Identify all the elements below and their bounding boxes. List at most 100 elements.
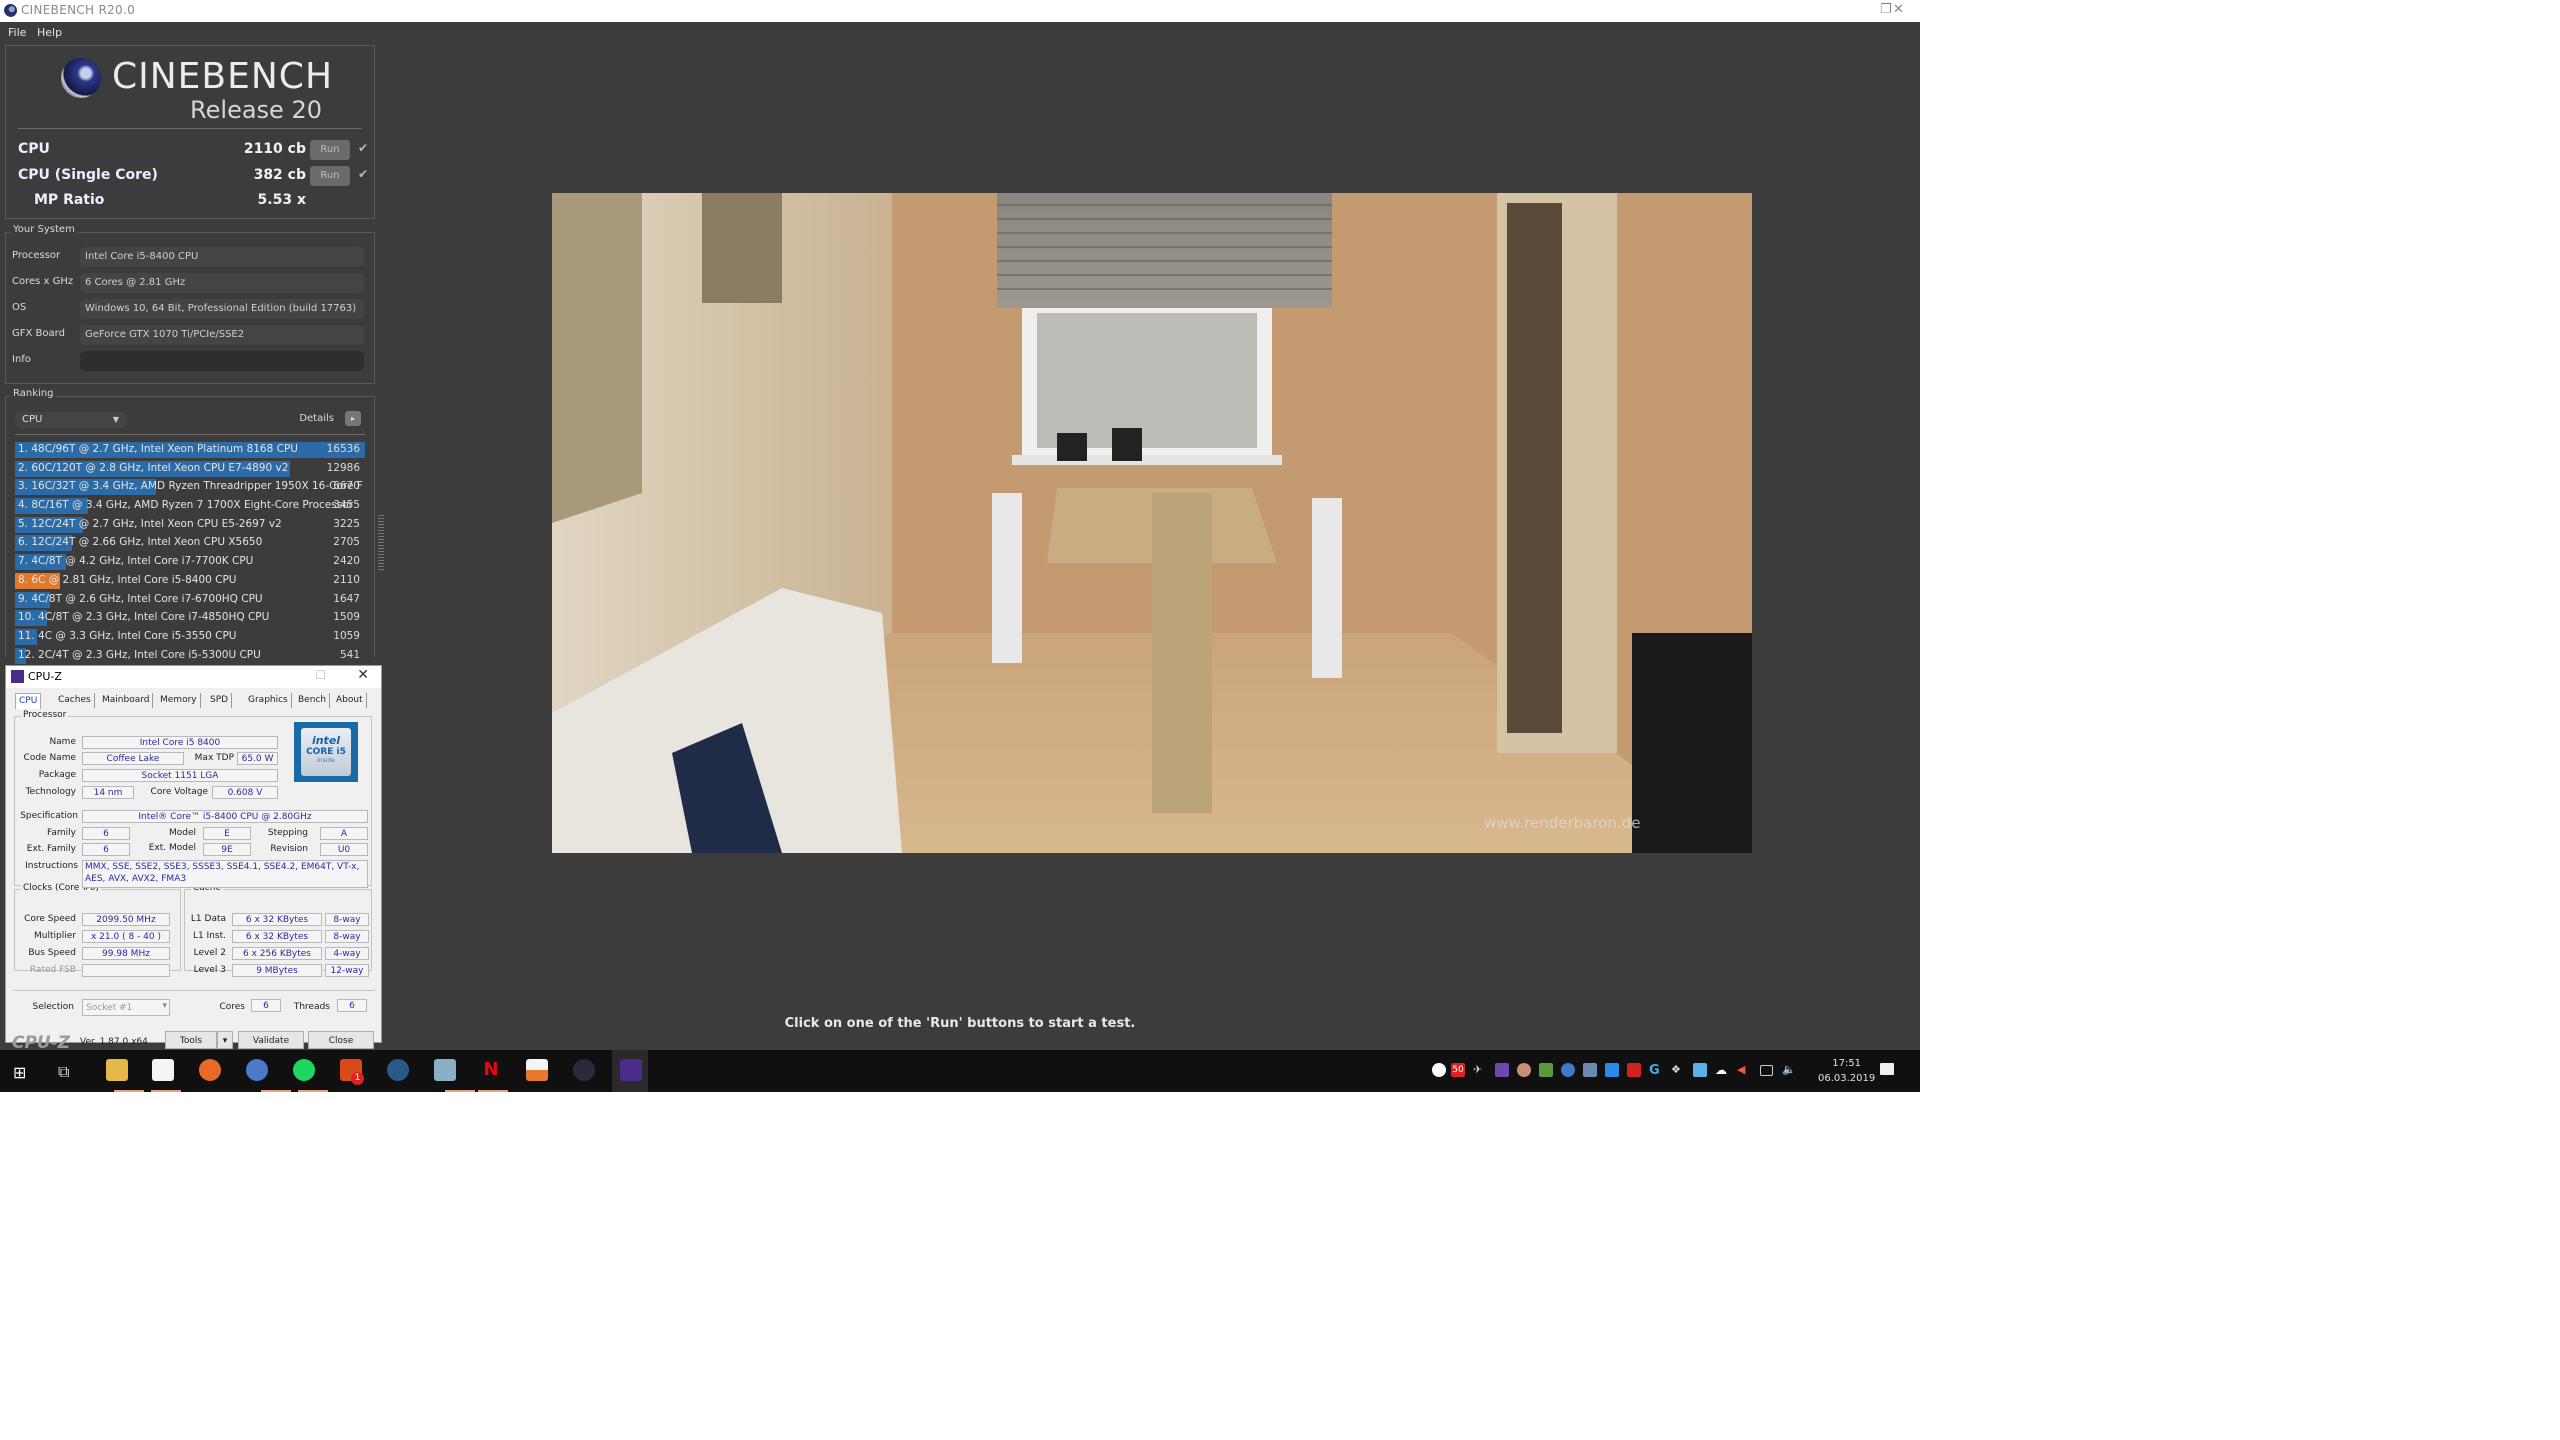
tab-about[interactable]: About [333,693,367,708]
menu-bar: File Help [0,22,1920,44]
tab-mainboard[interactable]: Mainboard [99,693,154,708]
cinebench-taskbar-icon[interactable] [573,1059,595,1081]
score-row-mp-ratio: MP Ratio 5.53 x [18,190,368,212]
logitech-icon[interactable]: G [1649,1063,1663,1078]
field-value: 6 Cores @ 2.81 GHz [80,273,364,293]
cache-label: Level 3 [193,965,226,975]
tab-spd[interactable]: SPD [207,693,233,708]
task-view-button[interactable]: ⧉ [58,1062,69,1082]
ranking-score: 16536 [326,443,360,455]
cinebench-logo-icon [61,58,101,98]
dropbox-icon[interactable]: ❖ [1671,1063,1685,1077]
cache-way: 8-way [325,913,369,926]
nvidia-icon[interactable] [1539,1063,1553,1077]
ranking-row[interactable]: 7. 4C/8T @ 4.2 GHz, Intel Core i7-7700K … [15,553,365,572]
score-label: CPU (Single Core) [18,167,158,183]
action-center-icon[interactable] [1880,1063,1894,1075]
ranking-cpu-label: 5. 12C/24T @ 2.7 GHz, Intel Xeon CPU E5-… [18,517,282,530]
notification-badge: 1 [351,1072,364,1085]
maximize-button[interactable]: ☐ [315,668,326,682]
ranking-row[interactable]: 3. 16C/32T @ 3.4 GHz, AMD Ryzen Threadri… [15,478,365,497]
volume-icon[interactable]: 🔈 [1782,1063,1796,1077]
character-app-icon[interactable] [1517,1063,1531,1077]
display-icon[interactable] [1760,1065,1773,1076]
ranking-row[interactable]: 1. 48C/96T @ 2.7 GHz, Intel Xeon Platinu… [15,441,365,460]
ranking-row[interactable]: 4. 8C/16T @ 3.4 GHz, AMD Ryzen 7 1700X E… [15,497,365,516]
tools-dropdown-button[interactable]: ▾ [217,1031,233,1049]
chevron-down-icon: ▼ [112,415,119,424]
airplane-icon[interactable]: ✈ [1473,1063,1487,1077]
run-single-core-button[interactable]: Run [310,166,350,186]
network-app-icon[interactable] [1583,1063,1597,1077]
ext-model-value: 9E [203,843,251,856]
stepping-label: Stepping [267,828,308,838]
run-cpu-button[interactable]: Run [310,140,350,160]
ranking-row[interactable]: 5. 12C/24T @ 2.7 GHz, Intel Xeon CPU E5-… [15,516,365,535]
cache-label: L1 Data [190,914,226,924]
close-cpuz-button[interactable]: Close [308,1031,374,1049]
multiplier-label: Multiplier [34,931,76,941]
monitor-app-icon[interactable] [1495,1063,1509,1077]
details-toggle-button[interactable]: ▸ [345,411,361,426]
onedrive-icon[interactable]: ☁ [1715,1063,1729,1077]
tab-cpu[interactable]: CPU [15,693,42,709]
thunderbird-icon[interactable] [246,1059,268,1081]
bus-speed-value: 99.98 MHz [82,947,170,960]
ranking-row[interactable]: 9. 4C/8T @ 2.6 GHz, Intel Core i7-6700HQ… [15,591,365,610]
security-shield-icon[interactable] [1432,1063,1446,1077]
file-explorer-icon[interactable] [106,1059,128,1081]
ranking-row[interactable]: 12. 2C/4T @ 2.3 GHz, Intel Core i5-5300U… [15,647,365,666]
validate-button[interactable]: Validate [238,1031,304,1049]
teamviewer-icon[interactable] [1605,1063,1619,1077]
ranking-score: 12986 [326,461,360,474]
speaker-alert-icon[interactable]: ◀ [1737,1063,1751,1077]
tab-bench[interactable]: Bench [295,693,331,708]
netflix-icon[interactable]: N [480,1059,502,1081]
clock[interactable]: 17:51 06.03.2019 [1818,1056,1875,1086]
close-button[interactable]: ✕ [1893,2,1904,17]
ranking-row[interactable]: 11. 4C @ 3.3 GHz, Intel Core i5-3550 CPU… [15,628,365,647]
sky-go-icon[interactable] [526,1059,548,1081]
spotify-icon[interactable] [293,1059,315,1081]
checkmark-icon[interactable]: ✔ [358,167,368,181]
close-button[interactable]: ✕ [357,667,369,683]
cores-label: Cores [219,1002,245,1012]
tab-memory[interactable]: Memory [157,693,201,708]
microsoft-store-icon[interactable] [152,1059,174,1081]
menu-help[interactable]: Help [37,26,62,39]
cache-size: 9 MBytes [232,964,322,977]
ranking-row[interactable]: 10. 4C/8T @ 2.3 GHz, Intel Core i7-4850H… [15,609,365,628]
threads-label: Threads [293,1002,330,1012]
firefox-icon[interactable] [199,1059,221,1081]
tab-caches[interactable]: Caches [55,693,95,708]
splitter-handle[interactable] [378,514,384,570]
running-indicator [298,1090,328,1092]
ranking-row[interactable]: 8. 6C @ 2.81 GHz, Intel Core i5-8400 CPU… [15,572,365,591]
score-value: 382 cb [253,167,306,183]
info-field[interactable] [80,351,364,371]
disk-app-icon[interactable] [1561,1063,1575,1077]
icloud-icon[interactable] [1693,1063,1707,1077]
ranking-cpu-label: 8. 6C @ 2.81 GHz, Intel Core i5-8400 CPU [18,573,237,586]
notepad-icon[interactable] [434,1059,456,1081]
restore-button[interactable]: ❐ [1880,2,1892,17]
taskbar: ⊞ ⧉ 1 N 50 ✈ G ❖ ☁ ◀ 🔈 17:51 06.03.2019 [0,1050,1920,1092]
antivirus-icon[interactable] [1627,1063,1641,1077]
ranking-row[interactable]: 6. 12C/24T @ 2.66 GHz, Intel Xeon CPU X5… [15,534,365,553]
ext-model-label: Ext. Model [148,843,196,853]
start-button[interactable]: ⊞ [13,1063,26,1082]
your-system-panel: Your System Processor Intel Core i5-8400 … [5,224,375,384]
ranking-row[interactable]: 2. 60C/120T @ 2.8 GHz, Intel Xeon CPU E7… [15,460,365,479]
ranking-type-select[interactable]: CPU ▼ [15,412,127,428]
menu-file[interactable]: File [8,26,26,39]
tools-button[interactable]: Tools [165,1031,217,1049]
teamspeak-icon[interactable] [387,1059,409,1081]
details-label[interactable]: Details [299,413,334,424]
specification-label: Specification [20,811,78,821]
field-label: Info [12,354,31,365]
specification-value: Intel® Core™ i5-8400 CPU @ 2.80GHz [82,810,368,823]
checkmark-icon[interactable]: ✔ [358,141,368,155]
cpuz-taskbar-icon[interactable] [620,1059,642,1081]
tab-graphics[interactable]: Graphics [245,693,292,708]
tray-badge-icon[interactable]: 50 [1451,1063,1465,1077]
